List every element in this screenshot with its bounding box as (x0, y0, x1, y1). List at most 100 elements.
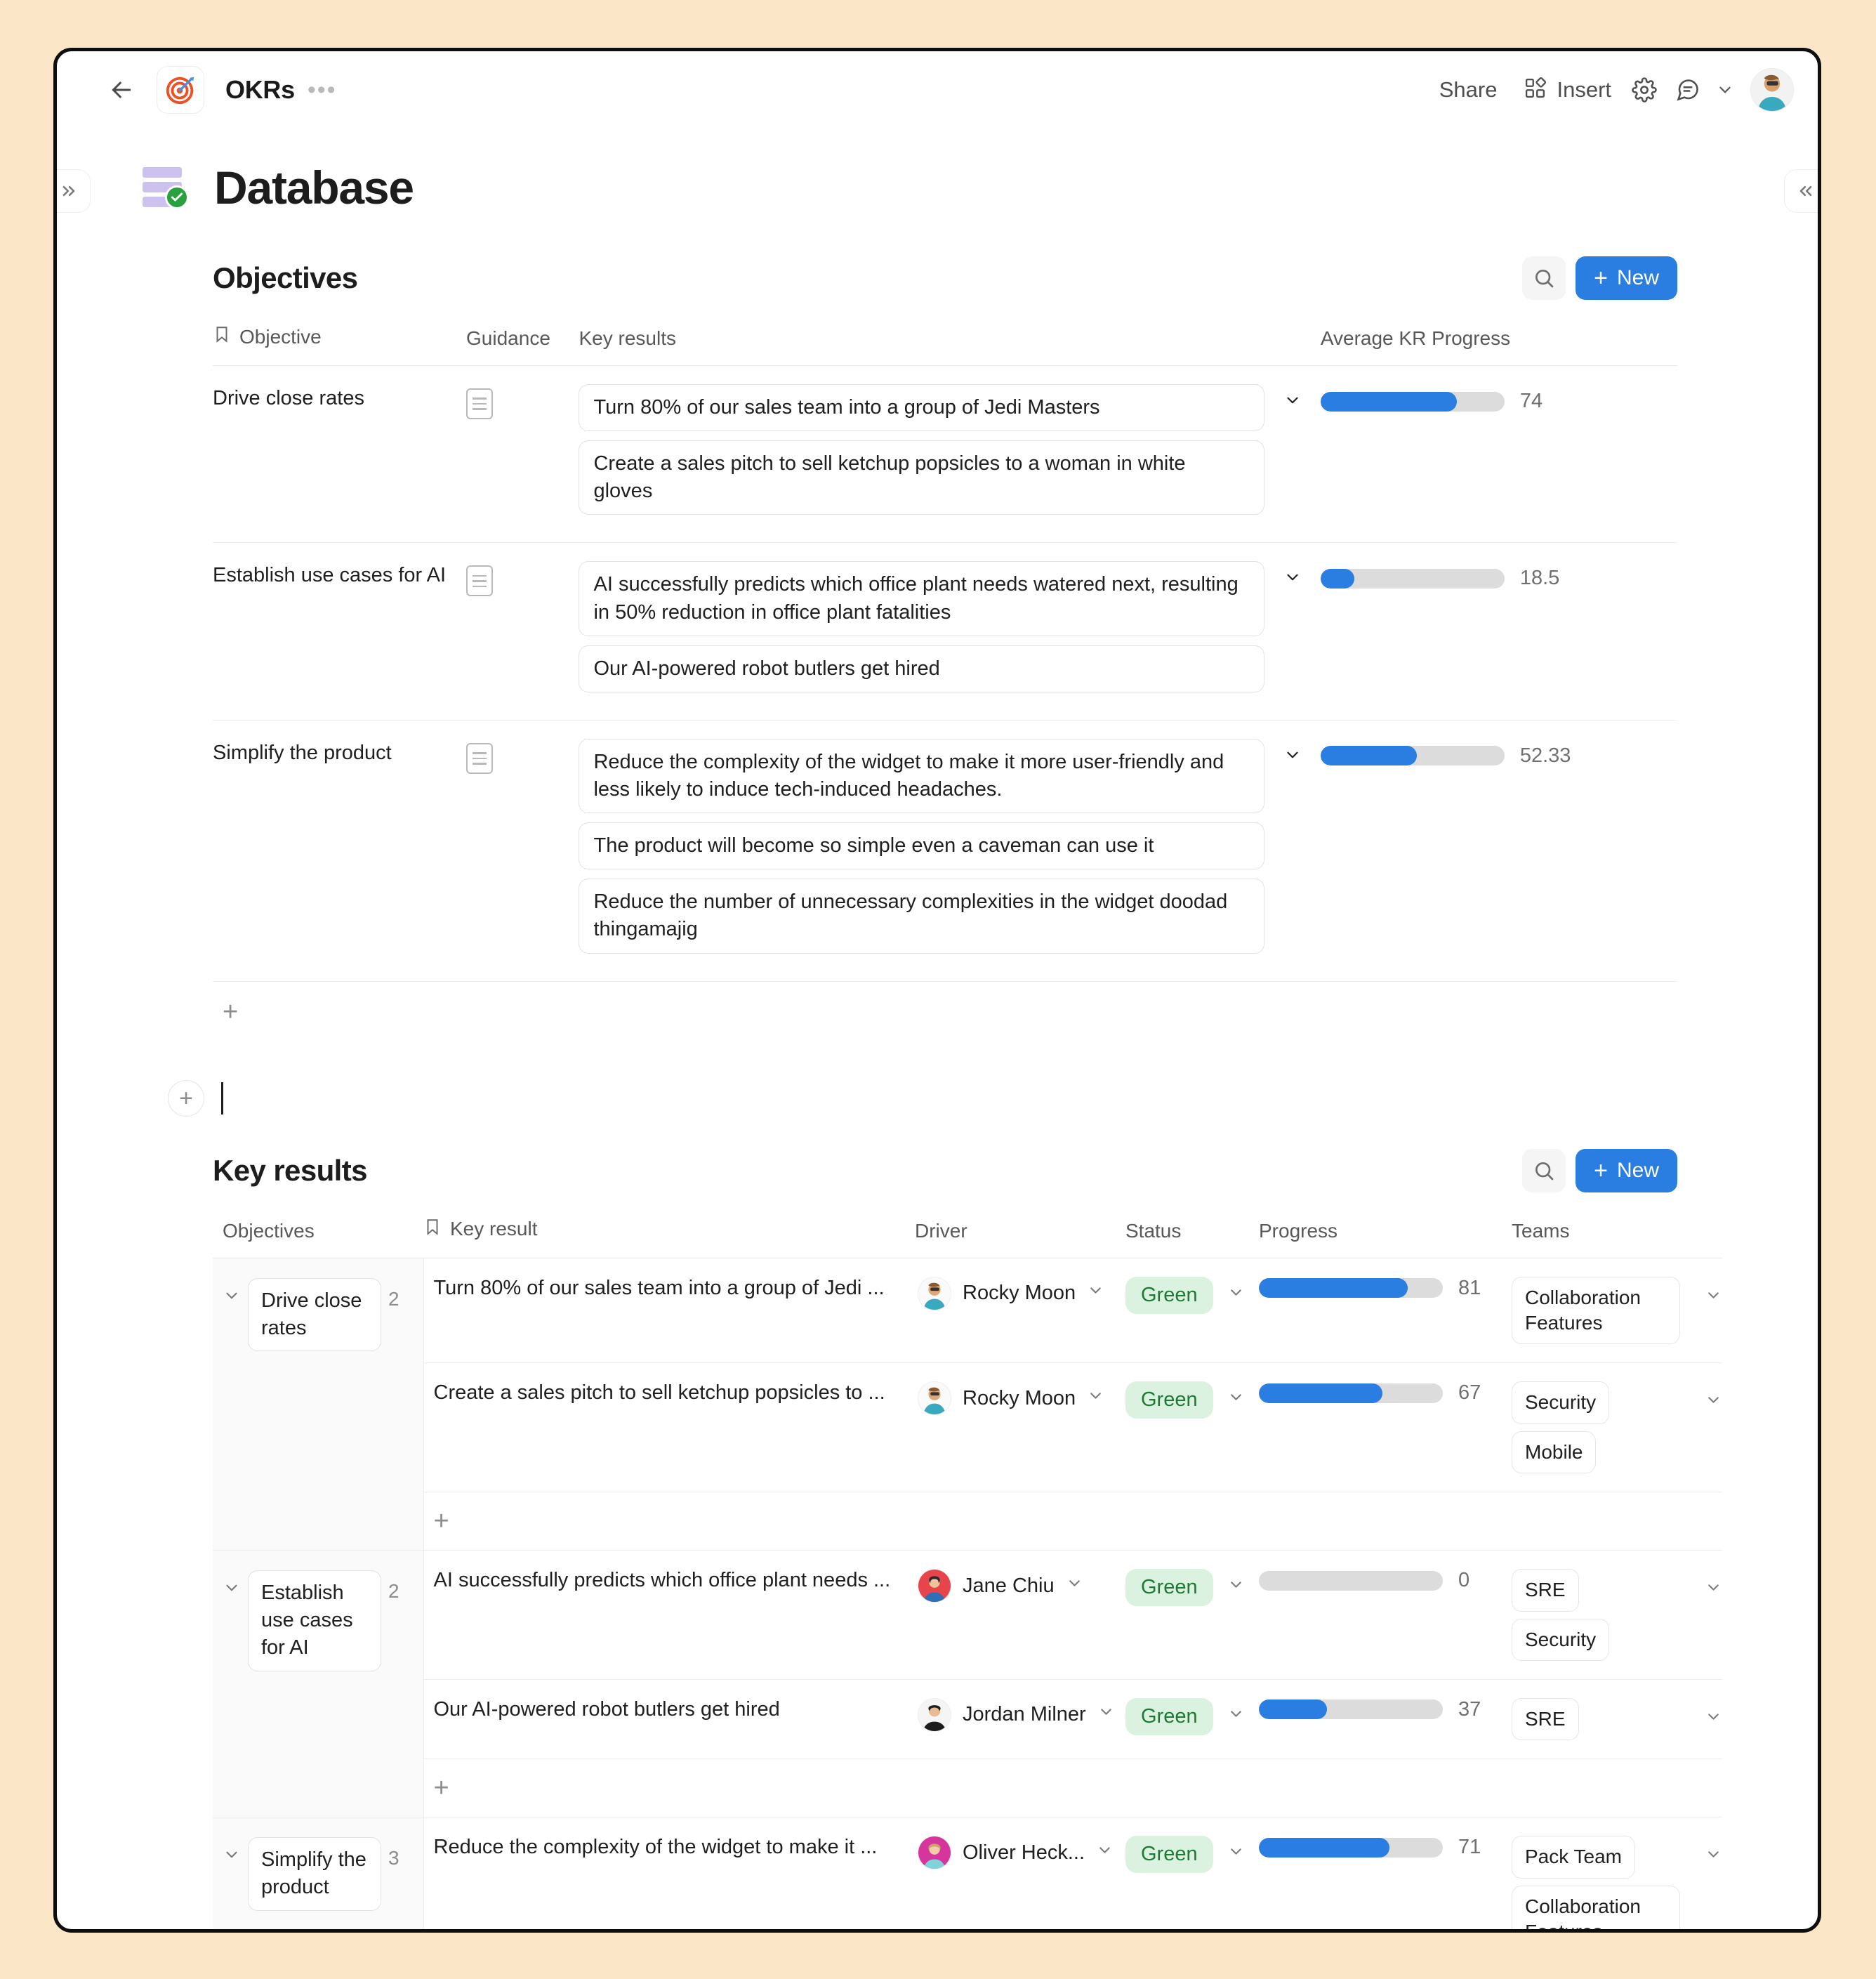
back-icon[interactable] (102, 70, 141, 110)
gear-icon[interactable] (1623, 68, 1666, 112)
column-objectives[interactable]: Objectives (213, 1216, 423, 1258)
key-result-chip[interactable]: Reduce the complexity of the widget to m… (579, 738, 1264, 814)
chevron-down-icon[interactable] (1705, 1836, 1722, 1869)
group-objective-chip[interactable]: Establish use cases for AI (248, 1570, 381, 1671)
title-more-icon[interactable]: ••• (308, 78, 337, 102)
chevron-down-icon[interactable] (1227, 1576, 1245, 1599)
chevron-down-icon[interactable] (1227, 1388, 1245, 1412)
status-badge[interactable]: Green (1125, 1569, 1213, 1607)
teams-cell[interactable]: SRE (1512, 1679, 1722, 1760)
key-result-chip[interactable]: Create a sales pitch to sell ketchup pop… (579, 440, 1264, 515)
driver-cell[interactable]: Rocky Moon (915, 1258, 1125, 1364)
key-result-chip[interactable]: Turn 80% of our sales team into a group … (579, 384, 1264, 432)
chevron-down-icon[interactable] (1264, 542, 1321, 721)
table-row[interactable]: Establish use cases for AI AI successful… (213, 542, 1677, 721)
chevron-down-icon[interactable] (1227, 1843, 1245, 1866)
teams-cell[interactable]: Pack Team Collaboration Features (1512, 1817, 1722, 1929)
group-add-row[interactable]: + (213, 1758, 1722, 1818)
chevron-down-icon[interactable] (1264, 365, 1321, 544)
status-cell[interactable]: Green (1125, 1817, 1259, 1929)
add-row-plus[interactable]: + (423, 1758, 1722, 1818)
status-cell[interactable]: Green (1125, 1679, 1259, 1760)
chevrons-right-icon[interactable] (57, 169, 91, 213)
guidance-cell[interactable] (466, 365, 579, 544)
key-result-name[interactable]: AI successfully predicts which office pl… (423, 1550, 915, 1680)
driver-cell[interactable]: Jordan Milner (915, 1679, 1125, 1760)
objective-name[interactable]: Drive close rates (213, 365, 467, 544)
team-chip[interactable]: SRE (1512, 1697, 1579, 1741)
search-icon[interactable] (1522, 1148, 1566, 1192)
status-badge[interactable]: Green (1125, 1276, 1213, 1314)
column-guidance[interactable]: Guidance (466, 324, 579, 366)
team-chip[interactable]: Collaboration Features (1512, 1276, 1680, 1345)
chevron-down-icon[interactable] (1705, 1698, 1722, 1731)
group-objective-cell[interactable]: Drive close rates 2 (213, 1258, 424, 1551)
group-objective-chip[interactable]: Drive close rates (248, 1277, 381, 1351)
table-row[interactable]: Drive close rates Turn 80% of our sales … (213, 365, 1677, 544)
comment-icon[interactable] (1666, 68, 1710, 112)
table-row[interactable]: Simplify the product 3 Reduce the comple… (213, 1817, 1722, 1929)
progress-cell[interactable]: 18.5 (1320, 542, 1677, 721)
team-chip[interactable]: SRE (1512, 1569, 1579, 1612)
key-result-chip[interactable]: Our AI-powered robot butlers get hired (579, 645, 1264, 692)
key-result-name[interactable]: Our AI-powered robot butlers get hired (423, 1679, 915, 1760)
status-badge[interactable]: Green (1125, 1836, 1213, 1874)
teams-cell[interactable]: SRE Security (1512, 1550, 1722, 1680)
column-teams[interactable]: Teams (1512, 1216, 1722, 1258)
key-result-chip[interactable]: The product will become so simple even a… (579, 822, 1264, 870)
plus-circle-icon[interactable]: + (168, 1079, 204, 1117)
chevron-down-icon[interactable] (1705, 1277, 1722, 1310)
column-progress[interactable]: Progress (1259, 1216, 1512, 1258)
table-row[interactable]: Our AI-powered robot butlers get hired J… (213, 1679, 1722, 1760)
group-objective-chip[interactable]: Simplify the product (248, 1837, 381, 1911)
chevron-down-icon[interactable] (1096, 1841, 1114, 1865)
guidance-cell[interactable] (466, 720, 579, 982)
column-status[interactable]: Status (1125, 1216, 1259, 1258)
chevron-down-icon[interactable] (1097, 1703, 1115, 1726)
add-row-plus[interactable]: + (423, 1492, 1722, 1551)
column-objective[interactable]: Objective (213, 324, 467, 366)
progress-cell[interactable]: 71 (1259, 1817, 1512, 1929)
teams-cell[interactable]: Security Mobile (1512, 1362, 1722, 1493)
chevrons-left-icon[interactable] (1784, 169, 1818, 213)
status-cell[interactable]: Green (1125, 1362, 1259, 1493)
driver-cell[interactable]: Rocky Moon (915, 1362, 1125, 1493)
group-objective-cell[interactable]: Simplify the product 3 (213, 1817, 424, 1929)
status-badge[interactable]: Green (1125, 1381, 1213, 1419)
guidance-cell[interactable] (466, 542, 579, 721)
progress-cell[interactable]: 37 (1259, 1679, 1512, 1760)
column-driver[interactable]: Driver (915, 1216, 1125, 1258)
teams-cell[interactable]: Collaboration Features (1512, 1258, 1722, 1364)
group-objective-cell[interactable]: Establish use cases for AI 2 (213, 1550, 424, 1818)
progress-cell[interactable]: 52.33 (1320, 720, 1677, 982)
progress-cell[interactable]: 0 (1259, 1550, 1512, 1680)
driver-cell[interactable]: Jane Chiu (915, 1550, 1125, 1680)
chevron-down-icon[interactable] (1264, 720, 1321, 982)
avatar[interactable] (1750, 68, 1794, 112)
status-cell[interactable]: Green (1125, 1550, 1259, 1680)
team-chip[interactable]: Collaboration Features (1512, 1885, 1680, 1929)
chevron-down-icon[interactable] (1227, 1284, 1245, 1307)
insert-button[interactable]: Insert (1512, 77, 1623, 103)
chevron-down-icon[interactable] (1066, 1574, 1083, 1598)
key-result-name[interactable]: Create a sales pitch to sell ketchup pop… (423, 1362, 915, 1493)
key-results-new-button[interactable]: + New (1576, 1148, 1677, 1192)
team-chip[interactable]: Pack Team (1512, 1836, 1635, 1879)
chevron-down-icon[interactable] (1227, 1705, 1245, 1728)
group-add-row[interactable]: + (213, 1492, 1722, 1551)
chevron-down-icon[interactable] (1087, 1282, 1104, 1305)
status-badge[interactable]: Green (1125, 1697, 1213, 1735)
team-chip[interactable]: Security (1512, 1618, 1610, 1661)
progress-cell[interactable]: 81 (1259, 1258, 1512, 1364)
team-chip[interactable]: Mobile (1512, 1431, 1597, 1474)
objective-name[interactable]: Simplify the product (213, 720, 467, 982)
column-avg-kr-progress[interactable]: Average KR Progress (1320, 324, 1677, 366)
chevron-down-icon[interactable] (1710, 72, 1740, 107)
status-cell[interactable]: Green (1125, 1258, 1259, 1364)
table-row[interactable]: Drive close rates 2 Turn 80% of our sale… (213, 1258, 1722, 1551)
key-result-name[interactable]: Turn 80% of our sales team into a group … (423, 1258, 915, 1364)
progress-cell[interactable]: 67 (1259, 1362, 1512, 1493)
table-row[interactable]: Simplify the product Reduce the complexi… (213, 720, 1677, 982)
table-row[interactable]: Establish use cases for AI 2 AI successf… (213, 1550, 1722, 1818)
progress-cell[interactable]: 74 (1320, 365, 1677, 544)
